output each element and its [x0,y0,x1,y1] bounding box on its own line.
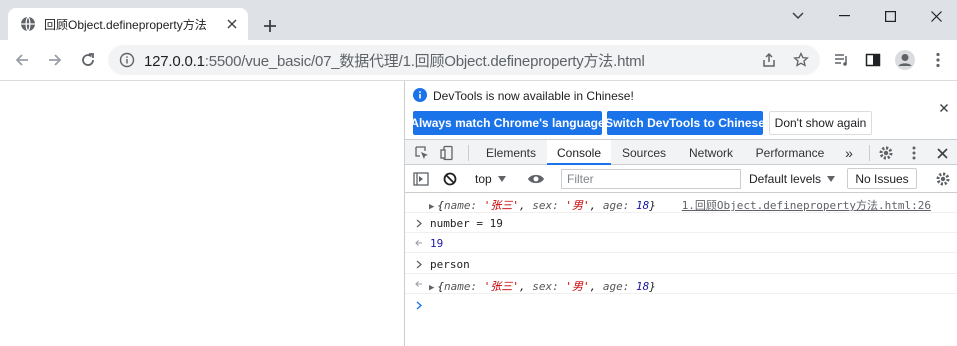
bookmark-star-icon[interactable] [789,48,813,72]
devtools-tab-bar: Elements Console Sources Network Perform… [405,139,957,165]
input-expression: person [430,258,470,271]
clear-console-icon[interactable] [441,170,459,188]
console-result-entry: 19 [405,233,957,253]
minimize-icon[interactable] [821,0,867,32]
context-selector[interactable]: top [475,170,506,188]
source-link[interactable]: 1.回顾Object.defineproperty方法.html:26 [682,197,931,213]
tab-sources[interactable]: Sources [611,140,677,165]
side-panel-icon[interactable] [861,48,885,72]
log-levels-label: Default levels [749,172,822,186]
context-label: top [475,172,492,186]
close-devtools-icon[interactable] [933,144,951,162]
expandable-object[interactable]: ▶ {name: '张三', sex: '男', age: 18} [429,278,656,294]
inspect-element-icon[interactable] [413,144,431,162]
tab-search-icon[interactable] [775,0,821,32]
console-toolbar: top Filter Default levels No Issues [405,165,957,193]
input-expression: number = 19 [430,217,503,230]
console-input-entry: person [405,254,957,274]
reload-icon[interactable] [76,48,100,72]
tab-title: 回顾Object.defineproperty方法 [44,17,207,32]
browser-tab[interactable]: 回顾Object.defineproperty方法 [8,8,248,40]
devtools-menu-icon[interactable] [905,144,923,162]
expandable-object[interactable]: ▶ {name: '张三', sex: '男', age: 18} [429,197,656,213]
result-arrow-icon [414,237,424,249]
switch-devtools-chinese-button[interactable]: Switch DevTools to Chinese [605,111,765,135]
address-bar[interactable]: 127.0.0.1:5500/vue_basic/07_数据代理/1.回顾Obj… [108,45,820,75]
filter-input[interactable]: Filter [561,169,741,189]
device-toolbar-icon[interactable] [439,144,457,162]
infobar-message: DevTools is now available in Chinese! [433,89,634,103]
browser-menu-icon[interactable] [926,48,950,72]
divider [869,145,870,161]
devtools-panel: DevTools is now available in Chinese! Al… [404,81,957,346]
issues-button[interactable]: No Issues [847,168,917,189]
result-value: 19 [430,237,444,250]
reading-list-icon[interactable] [830,48,854,72]
new-tab-button[interactable] [258,14,282,38]
console-settings-gear-icon[interactable] [934,170,952,188]
close-infobar-icon[interactable] [937,101,951,115]
divider [468,145,469,161]
close-tab-icon[interactable] [224,16,240,32]
console-output: ▶ {name: '张三', sex: '男', age: 18} 1.回顾Obj… [405,193,957,346]
browser-toolbar: 127.0.0.1:5500/vue_basic/07_数据代理/1.回顾Obj… [0,40,957,81]
live-expression-eye-icon[interactable] [527,170,545,188]
url-text: 127.0.0.1:5500/vue_basic/07_数据代理/1.回顾Obj… [144,52,645,70]
page-viewport [0,81,404,346]
always-match-language-button[interactable]: Always match Chrome's language [410,111,605,135]
tab-network[interactable]: Network [677,140,745,165]
input-chevron-icon [414,258,424,270]
tab-console[interactable]: Console [547,140,611,165]
result-arrow-icon [414,278,424,290]
globe-icon [21,16,35,32]
console-prompt[interactable] [405,295,957,315]
expand-triangle-icon: ▶ [429,202,435,212]
language-infobar: DevTools is now available in Chinese! Al… [405,81,957,139]
forward-arrow-icon[interactable] [43,48,67,72]
more-tabs-icon[interactable]: » [837,140,861,165]
console-log-entry: ▶ {name: '张三', sex: '男', age: 18} 1.回顾Obj… [405,193,957,213]
dropdown-arrow-icon [497,176,506,182]
close-window-icon[interactable] [913,0,957,32]
site-info-icon[interactable] [118,51,136,69]
maximize-icon[interactable] [867,0,913,32]
dont-show-again-button[interactable]: Don't show again [769,111,872,135]
log-levels-dropdown[interactable]: Default levels [749,170,836,188]
tab-strip: 回顾Object.defineproperty方法 [0,0,957,40]
tab-performance[interactable]: Performance [745,140,835,165]
info-icon [413,88,427,102]
input-chevron-icon [414,217,424,229]
console-result-entry: ▶ {name: '张三', sex: '男', age: 18} [405,274,957,294]
profile-avatar-icon[interactable] [893,48,917,72]
sidebar-toggle-icon[interactable] [412,170,430,188]
dropdown-arrow-icon [827,176,836,182]
settings-gear-icon[interactable] [877,144,895,162]
tab-elements[interactable]: Elements [475,140,547,165]
prompt-chevron-icon [414,299,424,311]
console-input-entry: number = 19 [405,213,957,233]
back-arrow-icon[interactable] [10,48,34,72]
share-icon[interactable] [757,48,781,72]
expand-triangle-icon: ▶ [429,283,435,293]
